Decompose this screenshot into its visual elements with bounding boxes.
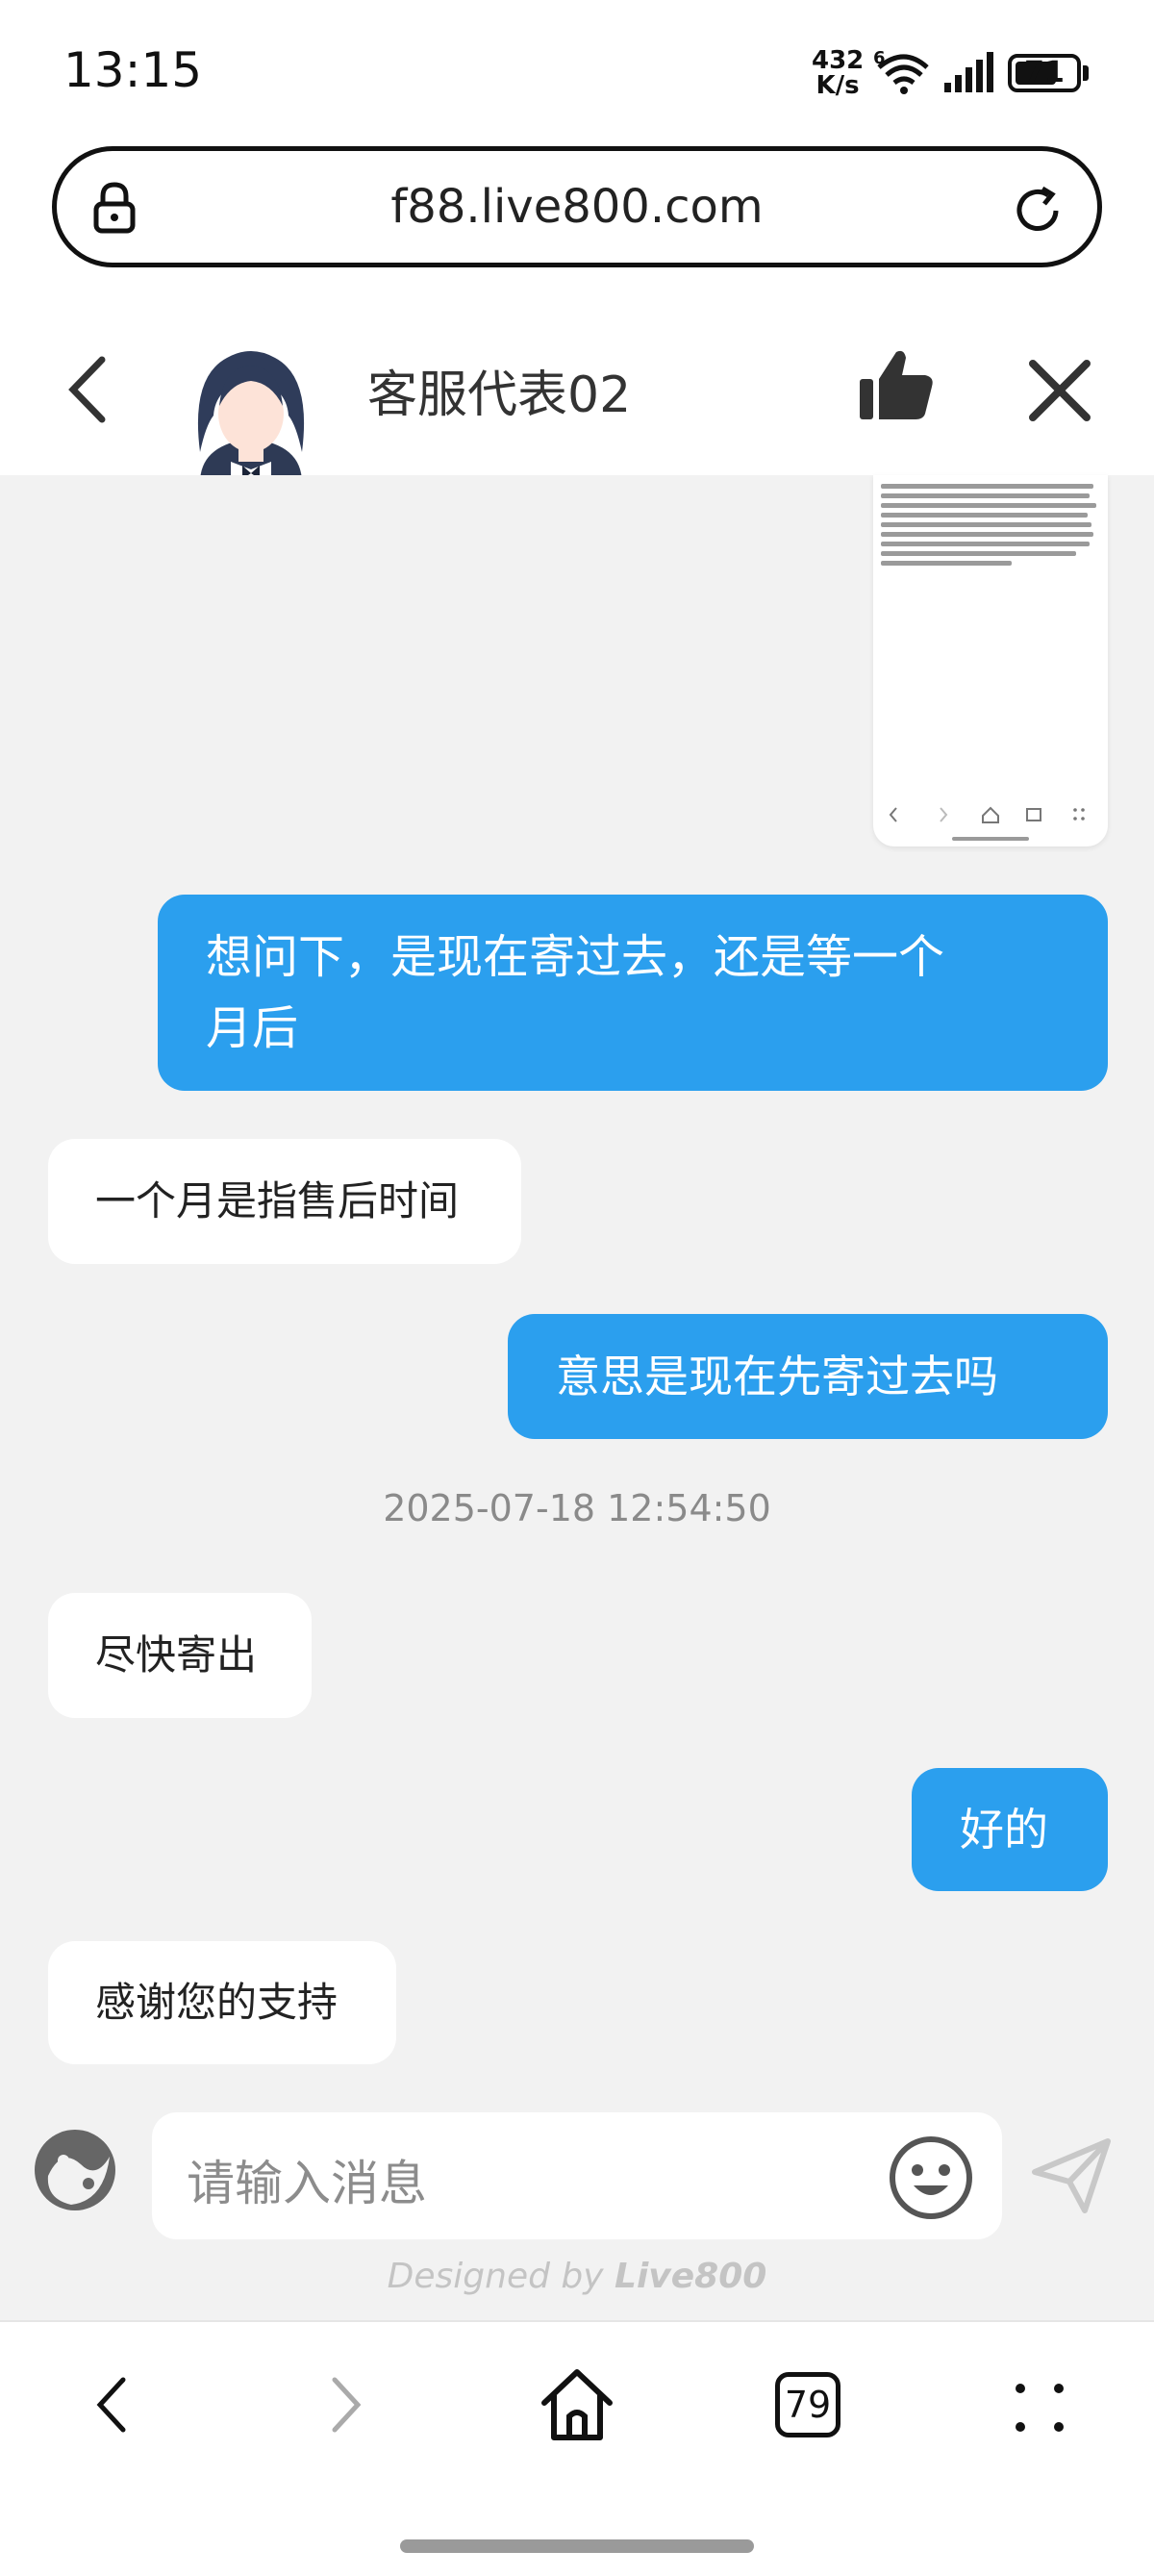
thumbnail-text — [881, 479, 1098, 570]
message-incoming[interactable]: 感谢您的支持 — [48, 1941, 396, 2064]
message-text: 感谢您的支持 — [95, 1979, 339, 2026]
message-text: 尽快寄出 — [95, 1631, 258, 1679]
wifi-icon: 6 — [873, 48, 929, 94]
send-icon[interactable] — [1031, 2135, 1112, 2216]
thumbs-up-icon[interactable] — [858, 346, 935, 423]
net-speed-value: 432 — [812, 46, 865, 75]
net-speed: 432 K/s — [812, 48, 864, 98]
url-text[interactable]: f88.live800.com — [57, 151, 1097, 263]
message-incoming[interactable]: 尽快寄出 — [48, 1593, 312, 1718]
thumbnail-home-indicator — [952, 837, 1029, 841]
battery-level: 71 — [1024, 56, 1065, 89]
thumbnail-nav-icons — [889, 806, 1085, 823]
battery-tip — [1083, 65, 1089, 81]
designed-by-prefix: Designed by — [387, 2257, 615, 2296]
close-icon[interactable] — [1027, 358, 1092, 423]
message-text: 好的 — [960, 1804, 1048, 1856]
reload-icon[interactable] — [1010, 183, 1066, 239]
lock-icon — [93, 182, 136, 234]
signal-icon — [944, 52, 993, 92]
designed-by-footer: Designed by Live800 — [0, 2257, 1154, 2296]
back-chevron-icon[interactable] — [63, 354, 110, 425]
wifi-label: 6 — [873, 48, 886, 68]
message-text-line: 月后 — [206, 1001, 299, 1055]
nav-forward-icon[interactable] — [327, 2374, 365, 2436]
tab-count-button[interactable]: 79 — [775, 2372, 840, 2437]
smiley-icon[interactable] — [889, 2135, 973, 2220]
message-outgoing[interactable]: 想问下，是现在寄过去，还是等一个 月后 — [158, 895, 1108, 1091]
agent-name: 客服代表02 — [367, 366, 632, 424]
status-time: 13:15 — [63, 42, 203, 98]
message-outgoing[interactable]: 好的 — [912, 1768, 1108, 1891]
net-speed-unit: K/s — [815, 71, 860, 100]
message-incoming[interactable]: 一个月是指售后时间 — [48, 1139, 521, 1264]
nav-back-icon[interactable] — [92, 2374, 131, 2436]
home-indicator — [400, 2539, 754, 2553]
address-bar[interactable]: f88.live800.com — [52, 146, 1102, 267]
battery-icon: 71 — [1008, 54, 1081, 92]
image-message-thumbnail[interactable] — [873, 475, 1108, 846]
home-icon[interactable] — [539, 2366, 615, 2443]
message-text-line: 想问下，是现在寄过去，还是等一个 — [206, 930, 945, 984]
emoji-icon[interactable] — [33, 2128, 117, 2212]
message-timestamp: 2025-07-18 12:54:50 — [383, 1487, 771, 1529]
designed-by-brand: Live800 — [615, 2257, 767, 2296]
message-text: 一个月是指售后时间 — [95, 1177, 460, 1225]
message-text: 意思是现在先寄过去吗 — [556, 1351, 998, 1402]
browser-bottom-nav — [0, 2320, 1154, 2576]
message-input-placeholder[interactable]: 请输入消息 — [187, 2145, 427, 2214]
message-outgoing[interactable]: 意思是现在先寄过去吗 — [508, 1314, 1108, 1439]
menu-dots-icon[interactable] — [1014, 2382, 1066, 2434]
